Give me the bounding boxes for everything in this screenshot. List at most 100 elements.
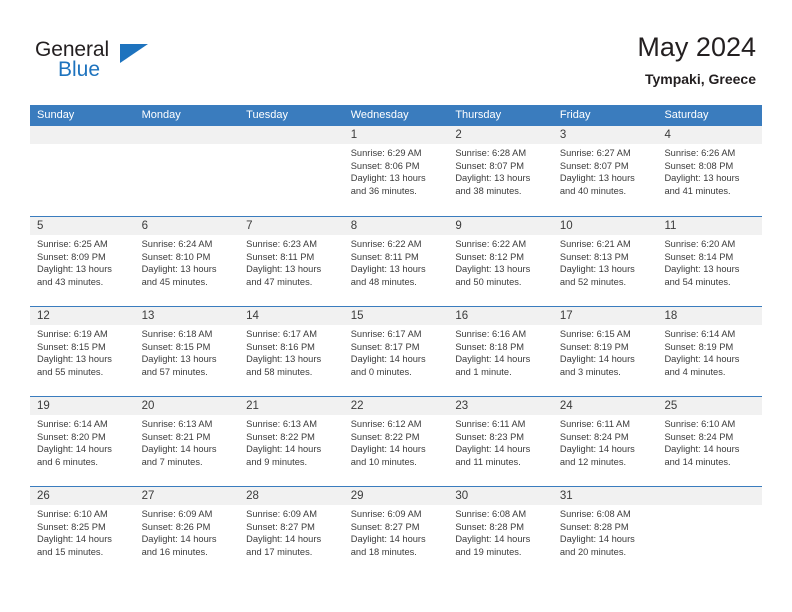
day-cell-16[interactable]: 16 Sunrise: 6:16 AM Sunset: 8:18 PM Dayligh… — [448, 307, 553, 396]
day-cell-2[interactable]: 2 Sunrise: 6:28 AM Sunset: 8:07 PM Daylight… — [448, 126, 553, 216]
day-detail-line: and 48 minutes. — [350, 276, 417, 287]
day-details: Sunrise: 6:22 AM Sunset: 8:11 PM Daylight:… — [344, 235, 449, 288]
day-detail-line: and 6 minutes. — [37, 456, 98, 467]
day-detail-line: Sunrise: 6:24 AM — [141, 239, 213, 249]
day-number: 19 — [30, 397, 135, 415]
day-cell-13[interactable]: 13 Sunrise: 6:18 AM Sunset: 8:15 PM Dayligh… — [134, 307, 240, 396]
day-number: 13 — [134, 307, 240, 325]
weekday-header-wednesday: Wednesday — [350, 109, 409, 121]
day-cell-9[interactable]: 9 Sunrise: 6:22 AM Sunset: 8:12 PM Daylight… — [448, 217, 553, 306]
day-detail-line: and 11 minutes. — [455, 456, 521, 467]
day-cell-20[interactable]: 20 Sunrise: 6:13 AM Sunset: 8:21 PM Dayligh… — [134, 397, 240, 486]
day-detail-line: Daylight: 13 hours — [559, 264, 635, 275]
day-details: Sunrise: 6:09 AM Sunset: 8:27 PM Daylight:… — [239, 505, 344, 558]
day-detail-line: Sunrise: 6:14 AM — [664, 329, 736, 339]
day-details: Sunrise: 6:08 AM Sunset: 8:28 PM Daylight:… — [448, 505, 553, 558]
day-number: 7 — [239, 217, 344, 235]
day-detail-line: Sunrise: 6:13 AM — [141, 419, 213, 429]
day-cell-17[interactable]: 17 Sunrise: 6:15 AM Sunset: 8:19 PM Dayligh… — [552, 307, 658, 396]
day-cell-22[interactable]: 22 Sunrise: 6:12 AM Sunset: 8:22 PM Dayligh… — [343, 397, 449, 486]
day-detail-line: Daylight: 14 hours — [141, 444, 217, 455]
weekday-header-thursday: Thursday — [455, 109, 502, 121]
day-details: Sunrise: 6:13 AM Sunset: 8:22 PM Daylight:… — [239, 415, 344, 468]
day-detail-line: Sunrise: 6:25 AM — [37, 239, 108, 249]
day-detail-line: Sunset: 8:19 PM — [559, 341, 629, 352]
day-number: 3 — [552, 126, 658, 144]
day-detail-line: Daylight: 14 hours — [350, 354, 426, 365]
day-details — [30, 144, 135, 147]
day-cell-8[interactable]: 8 Sunrise: 6:22 AM Sunset: 8:11 PM Daylight… — [343, 217, 449, 306]
day-details: Sunrise: 6:27 AM Sunset: 8:07 PM Daylight:… — [553, 144, 658, 197]
day-cell-1[interactable]: 1 Sunrise: 6:29 AM Sunset: 8:06 PM Daylight… — [343, 126, 449, 216]
weekday-header-monday: Monday — [141, 109, 181, 121]
day-cell-18[interactable]: 18 Sunrise: 6:14 AM Sunset: 8:19 PM Dayligh… — [657, 307, 763, 396]
day-detail-line: Sunrise: 6:09 AM — [141, 509, 213, 519]
day-number: 21 — [239, 397, 344, 415]
day-detail-line: Sunset: 8:25 PM — [37, 521, 106, 532]
day-cell-4[interactable]: 4 Sunrise: 6:26 AM Sunset: 8:08 PM Daylight… — [657, 126, 763, 216]
day-number: 25 — [657, 397, 763, 415]
day-details: Sunrise: 6:25 AM Sunset: 8:09 PM Daylight:… — [30, 235, 135, 288]
day-cell-empty — [239, 126, 344, 216]
general-blue-logo[interactable]: General Blue — [35, 38, 165, 86]
day-number: 14 — [239, 307, 344, 325]
day-detail-line: Daylight: 13 hours — [141, 354, 217, 365]
day-detail-line: Sunset: 8:10 PM — [141, 251, 211, 262]
calendar-week-row: 1 Sunrise: 6:29 AM Sunset: 8:06 PM Daylight… — [30, 126, 763, 216]
day-detail-line: and 12 minutes. — [559, 456, 627, 467]
day-cell-14[interactable]: 14 Sunrise: 6:17 AM Sunset: 8:16 PM Dayligh… — [239, 307, 344, 396]
day-detail-line: Daylight: 14 hours — [559, 444, 635, 455]
day-number: 10 — [552, 217, 658, 235]
day-cell-10[interactable]: 10 Sunrise: 6:21 AM Sunset: 8:13 PM Dayligh… — [552, 217, 658, 306]
day-number: 16 — [448, 307, 553, 325]
day-detail-line: Daylight: 14 hours — [559, 534, 635, 545]
day-detail-line: and 50 minutes. — [455, 276, 522, 287]
day-detail-line: Sunset: 8:15 PM — [37, 341, 106, 352]
day-detail-line: and 54 minutes. — [664, 276, 731, 287]
day-detail-line: Daylight: 14 hours — [246, 444, 322, 455]
day-cell-25[interactable]: 25 Sunrise: 6:10 AM Sunset: 8:24 PM Dayligh… — [657, 397, 763, 486]
calendar-week-row: 12 Sunrise: 6:19 AM Sunset: 8:15 PM Dayligh… — [30, 306, 763, 396]
day-detail-line: Sunrise: 6:09 AM — [246, 509, 317, 519]
day-number: 28 — [239, 487, 344, 505]
day-cell-empty — [30, 126, 135, 216]
day-cell-12[interactable]: 12 Sunrise: 6:19 AM Sunset: 8:15 PM Dayligh… — [30, 307, 135, 396]
day-cell-11[interactable]: 11 Sunrise: 6:20 AM Sunset: 8:14 PM Dayligh… — [657, 217, 763, 306]
day-number: 23 — [448, 397, 553, 415]
weekday-header-sunday: Sunday — [37, 109, 75, 121]
day-detail-line: and 41 minutes. — [664, 185, 731, 196]
day-detail-line: and 52 minutes. — [559, 276, 627, 287]
day-detail-line: and 38 minutes. — [455, 185, 522, 196]
day-details: Sunrise: 6:22 AM Sunset: 8:12 PM Daylight:… — [448, 235, 553, 288]
day-detail-line: Daylight: 14 hours — [664, 444, 740, 455]
day-detail-line: Sunset: 8:16 PM — [246, 341, 315, 352]
day-cell-7[interactable]: 7 Sunrise: 6:23 AM Sunset: 8:11 PM Daylight… — [239, 217, 344, 306]
day-cell-3[interactable]: 3 Sunrise: 6:27 AM Sunset: 8:07 PM Daylight… — [552, 126, 658, 216]
day-detail-line: Sunrise: 6:17 AM — [246, 329, 317, 339]
day-cell-31[interactable]: 31 Sunrise: 6:08 AM Sunset: 8:28 PM Dayligh… — [552, 487, 658, 576]
day-cell-24[interactable]: 24 Sunrise: 6:11 AM Sunset: 8:24 PM Dayligh… — [552, 397, 658, 486]
day-detail-line: Sunset: 8:27 PM — [246, 521, 315, 532]
day-detail-line: and 3 minutes. — [559, 366, 621, 377]
day-cell-28[interactable]: 28 Sunrise: 6:09 AM Sunset: 8:27 PM Dayligh… — [239, 487, 344, 576]
day-number — [30, 126, 135, 144]
day-details: Sunrise: 6:18 AM Sunset: 8:15 PM Daylight:… — [135, 325, 240, 378]
day-cell-6[interactable]: 6 Sunrise: 6:24 AM Sunset: 8:10 PM Daylight… — [134, 217, 240, 306]
day-details: Sunrise: 6:12 AM Sunset: 8:22 PM Daylight:… — [344, 415, 449, 468]
day-cell-15[interactable]: 15 Sunrise: 6:17 AM Sunset: 8:17 PM Dayligh… — [343, 307, 449, 396]
day-cell-27[interactable]: 27 Sunrise: 6:09 AM Sunset: 8:26 PM Dayligh… — [134, 487, 240, 576]
day-detail-line: Sunset: 8:11 PM — [350, 251, 419, 262]
day-detail-line: Sunrise: 6:09 AM — [350, 509, 422, 519]
page-subtitle: Tympaki, Greece — [644, 71, 756, 87]
day-cell-23[interactable]: 23 Sunrise: 6:11 AM Sunset: 8:23 PM Dayligh… — [448, 397, 553, 486]
day-details: Sunrise: 6:10 AM Sunset: 8:24 PM Daylight:… — [657, 415, 762, 468]
day-number: 2 — [448, 126, 553, 144]
day-cell-19[interactable]: 19 Sunrise: 6:14 AM Sunset: 8:20 PM Dayligh… — [30, 397, 135, 486]
day-number: 17 — [552, 307, 658, 325]
day-cell-5[interactable]: 5 Sunrise: 6:25 AM Sunset: 8:09 PM Daylight… — [30, 217, 135, 306]
day-cell-26[interactable]: 26 Sunrise: 6:10 AM Sunset: 8:25 PM Dayligh… — [30, 487, 135, 576]
day-detail-line: Daylight: 14 hours — [141, 534, 217, 545]
day-cell-29[interactable]: 29 Sunrise: 6:09 AM Sunset: 8:27 PM Dayligh… — [343, 487, 449, 576]
day-cell-30[interactable]: 30 Sunrise: 6:08 AM Sunset: 8:28 PM Dayligh… — [448, 487, 553, 576]
day-cell-21[interactable]: 21 Sunrise: 6:13 AM Sunset: 8:22 PM Dayligh… — [239, 397, 344, 486]
